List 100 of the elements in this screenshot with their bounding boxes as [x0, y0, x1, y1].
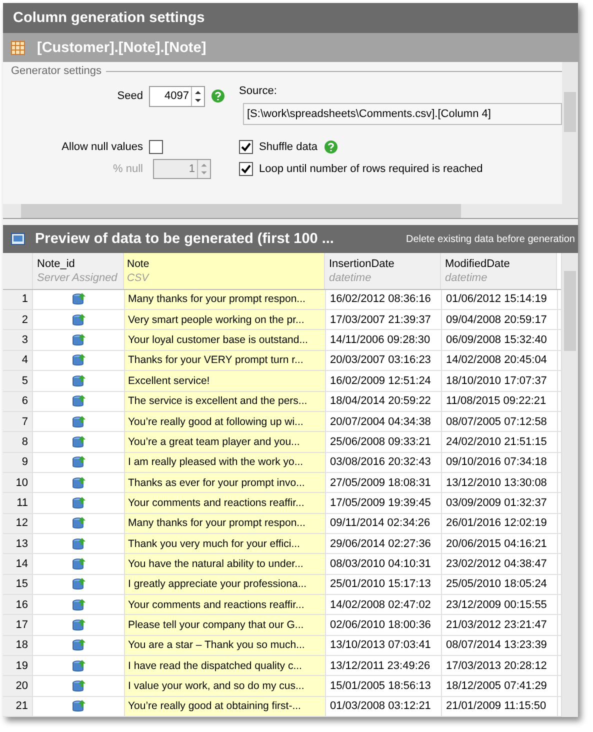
allow-null-label: Allow null values — [60, 141, 143, 153]
table-cell: Excellent service! — [125, 371, 326, 390]
table-cell: 13/12/2011 23:49:26 — [326, 656, 442, 676]
source-field[interactable]: [S:\work\spreadsheets\Comments.csv].[Column 4] — [243, 103, 562, 125]
table-cell: The service is excellent and the pers... — [125, 392, 326, 411]
seed-label: Seed — [116, 90, 143, 102]
database-icon — [72, 292, 86, 306]
database-icon — [72, 496, 86, 510]
row-number: 3 — [3, 330, 33, 350]
database-icon — [72, 455, 86, 470]
table-cell: 08/07/2005 07:12:58 — [442, 412, 558, 432]
row-number: 12 — [3, 514, 33, 533]
database-icon — [72, 618, 86, 632]
percent-null-label: % null — [112, 163, 143, 175]
header-corner — [3, 253, 33, 289]
row-number: 13 — [3, 534, 33, 554]
table-cell: 13/10/2013 07:03:41 — [326, 636, 442, 655]
row-number: 8 — [3, 432, 33, 452]
table-cell: Thanks for your VERY prompt turn r... — [125, 350, 326, 370]
row-number: 17 — [3, 615, 33, 635]
column-header[interactable]: Note CSV — [124, 253, 325, 289]
row-number: 21 — [3, 696, 33, 716]
table-cell: 09/10/2016 07:34:18 — [442, 452, 558, 472]
row-number: 9 — [3, 452, 33, 472]
row-number: 5 — [3, 371, 33, 390]
table-cell: 17/03/2013 20:28:12 — [442, 656, 558, 676]
table-cell: 14/02/2008 20:45:04 — [442, 350, 558, 370]
source-label: Source: — [239, 85, 278, 97]
column-header[interactable]: ModifiedDate datetime — [441, 253, 557, 289]
table-cell: Very smart people working on the pr... — [125, 310, 326, 330]
table-cell: 20/03/2007 03:16:23 — [326, 350, 442, 370]
row-number: 11 — [3, 493, 33, 513]
table-cell: 13/12/2010 13:30:08 — [442, 472, 558, 492]
table-cell: You’re a great team player and you... — [125, 432, 326, 452]
table-cell: 11/08/2015 09:22:21 — [442, 392, 558, 411]
table-cell: 18/10/2010 17:07:37 — [442, 371, 558, 390]
table-cell: 15/01/2005 18:56:13 — [326, 676, 442, 696]
database-icon — [72, 577, 86, 592]
shuffle-label: Shuffle data — [259, 141, 318, 153]
database-icon — [72, 536, 86, 551]
delete-option[interactable]: Delete existing data before generation — [406, 234, 578, 244]
table-cell: 24/02/2010 21:51:15 — [442, 432, 558, 452]
help-icon[interactable] — [211, 89, 225, 103]
table-cell: Your comments and reactions reaffir... — [125, 493, 326, 513]
preview-icon — [11, 233, 25, 245]
database-icon — [72, 699, 86, 714]
loop-checkbox[interactable] — [239, 162, 253, 176]
database-icon — [72, 333, 86, 348]
table-cell: 25/06/2008 09:33:21 — [326, 432, 442, 452]
database-icon — [72, 678, 86, 693]
table-cell: Your loyal customer base is outstand... — [125, 330, 326, 350]
database-icon — [72, 598, 86, 612]
database-icon — [72, 516, 86, 530]
vertical-scrollbar[interactable] — [562, 62, 578, 218]
table-cell: 03/08/2016 20:32:43 — [326, 452, 442, 472]
table-cell: Many thanks for your prompt respon... — [125, 290, 326, 310]
row-number: 4 — [3, 350, 33, 370]
grid-icon — [11, 40, 25, 54]
database-icon — [72, 556, 86, 571]
table-cell: 18/12/2005 07:41:29 — [442, 676, 558, 696]
table-cell: 29/06/2014 02:27:36 — [326, 534, 442, 554]
table-cell: Your comments and reactions reaffir... — [125, 594, 326, 614]
database-icon — [72, 658, 86, 673]
column-path: [Customer].[Note].[Note] — [37, 40, 206, 56]
table-cell: 21/01/2009 11:15:50 — [442, 696, 558, 716]
row-number: 1 — [3, 290, 33, 310]
table-cell: 18/04/2014 20:59:22 — [326, 392, 442, 411]
horizontal-scrollbar[interactable] — [3, 204, 562, 218]
column-header[interactable]: Note_id Server Assigned — [33, 253, 124, 289]
database-icon — [72, 353, 86, 368]
row-number: 19 — [3, 656, 33, 676]
table-cell: You are a star – Thank you so much... — [125, 636, 326, 655]
table-cell: 14/02/2008 02:47:02 — [326, 594, 442, 614]
database-icon — [72, 414, 86, 429]
table-cell: Thanks as ever for your prompt invo... — [125, 472, 326, 492]
allow-null-checkbox[interactable] — [149, 140, 163, 154]
database-icon — [72, 374, 86, 388]
help-icon[interactable] — [324, 140, 338, 154]
row-number: 2 — [3, 310, 33, 330]
table-cell: 21/03/2012 23:21:47 — [442, 615, 558, 635]
table-cell: 23/12/2009 00:15:55 — [442, 594, 558, 614]
table-cell: 09/04/2008 20:59:17 — [442, 310, 558, 330]
shuffle-checkbox[interactable] — [239, 140, 253, 154]
seed-field[interactable]: 4097 — [149, 86, 205, 106]
table-cell: I greatly appreciate your professiona... — [125, 574, 326, 594]
table-cell: 17/03/2007 21:39:37 — [326, 310, 442, 330]
row-number: 20 — [3, 676, 33, 696]
table-cell: 20/06/2015 04:16:21 — [442, 534, 558, 554]
table-cell: 17/05/2009 19:39:45 — [326, 493, 442, 513]
vertical-scrollbar[interactable] — [561, 253, 578, 717]
database-icon — [72, 394, 86, 408]
table-cell: 06/09/2008 15:32:40 — [442, 330, 558, 350]
table-cell: Many thanks for your prompt respon... — [125, 514, 326, 533]
column-header[interactable]: InsertionDate datetime — [325, 253, 441, 289]
table-cell: 25/01/2010 15:17:13 — [326, 574, 442, 594]
spinner-arrows-icon[interactable] — [191, 86, 204, 106]
table-cell: 03/09/2009 01:32:37 — [442, 493, 558, 513]
database-icon — [72, 638, 86, 652]
row-number: 18 — [3, 636, 33, 655]
table-cell: 27/05/2009 18:08:31 — [326, 472, 442, 492]
